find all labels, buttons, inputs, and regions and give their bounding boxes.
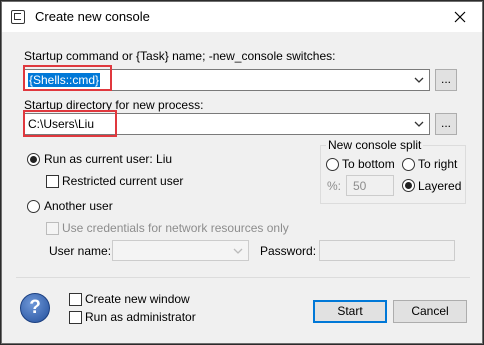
chevron-down-icon bbox=[414, 77, 424, 83]
password-label: Password: bbox=[260, 244, 317, 258]
start-button[interactable]: Start bbox=[313, 300, 387, 323]
window-title: Create new console bbox=[35, 9, 150, 24]
startup-command-label: Startup command or {Task} name; -new_con… bbox=[24, 49, 336, 63]
run-as-current-user-label: Run as current user: Liu bbox=[44, 152, 173, 166]
create-console-dialog: Create new console Startup command or {T… bbox=[1, 1, 483, 344]
another-user-label: Another user bbox=[44, 199, 113, 213]
chevron-down-icon bbox=[233, 248, 243, 254]
layered-label: Layered bbox=[418, 179, 462, 193]
layered-radio[interactable] bbox=[402, 179, 415, 192]
to-right-label: To right bbox=[418, 157, 458, 171]
close-icon bbox=[454, 11, 465, 23]
user-name-combo[interactable] bbox=[112, 240, 249, 261]
another-user-radio[interactable] bbox=[27, 200, 40, 213]
title-bar: Create new console bbox=[2, 2, 482, 32]
chevron-down-icon bbox=[414, 121, 424, 127]
help-icon[interactable]: ? bbox=[20, 293, 50, 323]
command-highlight-box bbox=[23, 65, 112, 91]
restricted-user-label: Restricted current user bbox=[62, 174, 184, 188]
directory-highlight-box bbox=[23, 110, 117, 137]
console-split-title: New console split bbox=[326, 138, 424, 152]
use-credentials-checkbox[interactable] bbox=[46, 222, 59, 235]
run-as-admin-checkbox[interactable] bbox=[69, 311, 82, 324]
percent-label: %: bbox=[327, 179, 342, 193]
user-name-label: User name: bbox=[49, 244, 112, 258]
create-new-window-checkbox[interactable] bbox=[69, 293, 82, 306]
to-bottom-label: To bottom bbox=[342, 157, 395, 171]
password-field[interactable] bbox=[319, 240, 455, 261]
percent-input[interactable]: 50 bbox=[346, 175, 394, 196]
to-right-radio[interactable] bbox=[402, 158, 415, 171]
directory-browse-button[interactable]: ... bbox=[435, 113, 457, 135]
footer-separator bbox=[16, 277, 470, 278]
create-new-window-label: Create new window bbox=[85, 292, 190, 306]
conemu-app-icon bbox=[11, 10, 25, 24]
command-browse-button[interactable]: ... bbox=[435, 69, 457, 91]
cancel-button[interactable]: Cancel bbox=[393, 300, 467, 323]
run-as-current-user-radio[interactable] bbox=[27, 153, 40, 166]
use-credentials-label: Use credentials for network resources on… bbox=[62, 221, 289, 235]
restricted-user-checkbox[interactable] bbox=[46, 175, 59, 188]
close-button[interactable] bbox=[437, 2, 482, 32]
percent-value: 50 bbox=[353, 179, 367, 193]
run-as-admin-label: Run as administrator bbox=[85, 310, 196, 324]
to-bottom-radio[interactable] bbox=[326, 158, 339, 171]
